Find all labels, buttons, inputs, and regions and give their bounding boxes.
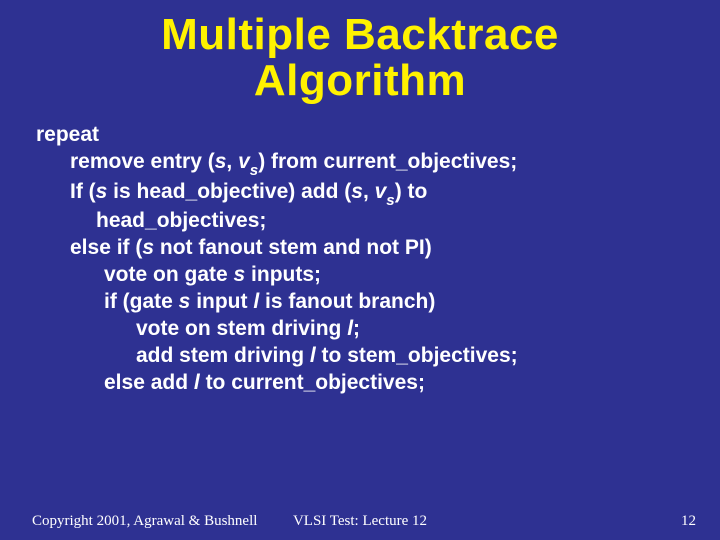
var-s: s <box>234 263 246 286</box>
algo-line-repeat: repeat <box>36 122 692 149</box>
var-v: v <box>375 180 387 203</box>
text: If ( <box>70 180 96 203</box>
text: to current_objectives; <box>200 371 425 394</box>
text: remove entry ( <box>70 150 215 173</box>
algorithm-body: repeat remove entry (s, vs) from current… <box>0 104 720 396</box>
var-s: s <box>351 180 363 203</box>
text: else if ( <box>70 236 142 259</box>
text: else add <box>104 371 194 394</box>
text: vote on stem driving <box>136 317 347 340</box>
text: , <box>226 150 238 173</box>
text: is head_objective) add ( <box>107 180 351 203</box>
text: input <box>190 290 253 313</box>
var-s: s <box>215 150 227 173</box>
subscript-s: s <box>386 192 394 209</box>
text: not fanout stem and not PI) <box>154 236 432 259</box>
algo-line-if: If (s is head_objective) add (s, vs) to <box>70 179 692 209</box>
var-s: s <box>179 290 191 313</box>
text: to stem_objectives; <box>316 344 518 367</box>
text: head_objectives; <box>96 209 266 232</box>
text: is fanout branch) <box>259 290 435 313</box>
text: add stem driving <box>136 344 310 367</box>
algo-line-remove: remove entry (s, vs) from current_object… <box>70 149 692 179</box>
text: repeat <box>36 123 99 146</box>
title-line-2: Algorithm <box>0 58 720 104</box>
algo-line-if-gate: if (gate s input l is fanout branch) <box>104 289 692 316</box>
var-v: v <box>238 150 250 173</box>
algo-line-vote-stem: vote on stem driving l; <box>136 316 692 343</box>
algo-line-elseif: else if (s not fanout stem and not PI) <box>70 235 692 262</box>
var-s: s <box>96 180 108 203</box>
text: , <box>363 180 375 203</box>
algo-line-add-stem: add stem driving l to stem_objectives; <box>136 343 692 370</box>
subscript-s: s <box>250 162 258 179</box>
algo-line-if-cont: head_objectives; <box>96 208 692 235</box>
footer-lecture: VLSI Test: Lecture 12 <box>0 513 720 530</box>
text: inputs; <box>245 263 321 286</box>
text: ) to <box>395 180 428 203</box>
text: if (gate <box>104 290 179 313</box>
algo-line-else-add: else add l to current_objectives; <box>104 370 692 397</box>
algo-line-vote-gate: vote on gate s inputs; <box>104 262 692 289</box>
title-line-1: Multiple Backtrace <box>0 12 720 58</box>
text: ; <box>353 317 360 340</box>
slide-title: Multiple Backtrace Algorithm <box>0 0 720 104</box>
var-s: s <box>142 236 154 259</box>
text: ) from current_objectives; <box>258 150 517 173</box>
footer-page-number: 12 <box>681 513 696 530</box>
text: vote on gate <box>104 263 234 286</box>
